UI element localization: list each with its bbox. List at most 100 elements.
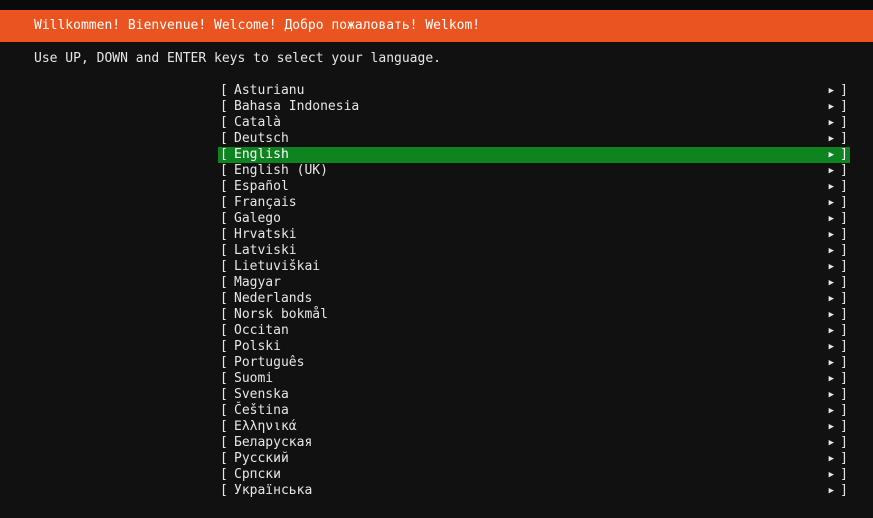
language-label: Deutsch [234, 131, 289, 146]
right-bracket: ] [840, 355, 848, 370]
language-option-5[interactable]: [English (UK) ▶] [218, 163, 850, 179]
right-bracket: ] [840, 403, 848, 418]
left-bracket: [ [220, 195, 228, 210]
language-label: Magyar [234, 275, 281, 290]
language-option-15[interactable]: [ Occitan ▶] [218, 323, 850, 339]
language-label: Hrvatski [234, 227, 297, 242]
arrow-right-icon: ▶ [828, 342, 834, 352]
left-bracket: [ [220, 227, 228, 242]
language-option-9[interactable]: [ Hrvatski ▶] [218, 227, 850, 243]
language-option-22[interactable]: [Беларуская ▶] [218, 435, 850, 451]
language-option-23[interactable]: [Русский ▶] [218, 451, 850, 467]
language-option-1[interactable]: [Bahasa Indonesia ▶] [218, 99, 850, 115]
banner-title: Willkommen! Bienvenue! Welcome! Добро по… [34, 18, 481, 33]
language-option-16[interactable]: [Polski ▶] [218, 339, 850, 355]
language-option-14[interactable]: [Norsk bokmål ▶] [218, 307, 850, 323]
language-label: Polski [234, 339, 281, 354]
arrow-right-icon: ▶ [828, 454, 834, 464]
language-label: Norsk bokmål [234, 307, 328, 322]
left-bracket: [ [220, 323, 228, 338]
arrow-right-icon: ▶ [828, 374, 834, 384]
left-bracket: [ [220, 419, 228, 434]
left-bracket: [ [220, 115, 228, 130]
language-option-11[interactable]: [Lietuviškai ▶] [218, 259, 850, 275]
language-option-2[interactable]: [ Català ▶] [218, 115, 850, 131]
arrow-right-icon: ▶ [828, 118, 834, 128]
language-label: Suomi [234, 371, 274, 386]
arrow-right-icon: ▶ [828, 310, 834, 320]
language-label: Español [234, 179, 289, 194]
language-option-7[interactable]: [Français ▶] [218, 195, 850, 211]
arrow-right-icon: ▶ [828, 390, 834, 400]
arrow-right-icon: ▶ [828, 230, 834, 240]
right-bracket: ] [840, 83, 848, 98]
language-label: Nederlands [234, 291, 313, 306]
language-label: Русский [234, 451, 289, 466]
arrow-right-icon: ▶ [828, 326, 834, 336]
arrow-right-icon: ▶ [828, 486, 834, 496]
welcome-banner: Willkommen! Bienvenue! Welcome! Добро по… [0, 10, 873, 42]
left-bracket: [ [220, 403, 228, 418]
language-option-8[interactable]: [Galego ▶] [218, 211, 850, 227]
right-bracket: ] [840, 115, 848, 130]
language-label: Galego [234, 211, 281, 226]
right-bracket: ] [840, 435, 848, 450]
language-label: Latviski [234, 243, 297, 258]
left-bracket: [ [220, 131, 228, 146]
right-bracket: ] [840, 323, 848, 338]
language-option-17[interactable]: [Português ▶] [218, 355, 850, 371]
left-bracket: [ [220, 371, 228, 386]
arrow-right-icon: ▶ [828, 150, 834, 160]
terminal-top-strip [0, 0, 873, 10]
language-option-24[interactable]: [ Српски ▶] [218, 467, 850, 483]
language-option-18[interactable]: [Suomi ▶] [218, 371, 850, 387]
language-list: [Asturianu ▶] [Bahasa Indonesia ▶] [Català ▶]… [218, 83, 850, 499]
language-option-6[interactable]: [Español ▶] [218, 179, 850, 195]
language-option-4[interactable]: [English ▶] [218, 147, 850, 163]
language-option-19[interactable]: [ Svenska ▶] [218, 387, 850, 403]
arrow-right-icon: ▶ [828, 422, 834, 432]
right-bracket: ] [840, 307, 848, 322]
left-bracket: [ [220, 355, 228, 370]
language-option-25[interactable]: [Українська ▶] [218, 483, 850, 499]
right-bracket: ] [840, 467, 848, 482]
right-bracket: ] [840, 387, 848, 402]
right-bracket: ] [840, 195, 848, 210]
arrow-right-icon: ▶ [828, 134, 834, 144]
arrow-right-icon: ▶ [828, 246, 834, 256]
right-bracket: ] [840, 275, 848, 290]
language-option-10[interactable]: [Latviski ▶] [218, 243, 850, 259]
language-option-3[interactable]: [Deutsch ▶] [218, 131, 850, 147]
language-label: Català [234, 115, 281, 130]
language-option-20[interactable]: [Čeština ▶] [218, 403, 850, 419]
left-bracket: [ [220, 291, 228, 306]
language-label: Occitan [234, 323, 289, 338]
left-bracket: [ [220, 467, 228, 482]
language-label: Беларуская [234, 435, 313, 450]
right-bracket: ] [840, 211, 848, 226]
language-label: Svenska [234, 387, 289, 402]
arrow-right-icon: ▶ [828, 470, 834, 480]
arrow-right-icon: ▶ [828, 358, 834, 368]
language-label: Ελληνικά [234, 419, 297, 434]
language-label: Français [234, 195, 297, 210]
right-bracket: ] [840, 243, 848, 258]
language-label: Lietuviškai [234, 259, 321, 274]
language-option-13[interactable]: [Nederlands ▶] [218, 291, 850, 307]
left-bracket: [ [220, 387, 228, 402]
right-bracket: ] [840, 99, 848, 114]
instruction-text: Use UP, DOWN and ENTER keys to select yo… [34, 51, 441, 66]
arrow-right-icon: ▶ [828, 182, 834, 192]
left-bracket: [ [220, 339, 228, 354]
right-bracket: ] [840, 227, 848, 242]
language-option-0[interactable]: [Asturianu ▶] [218, 83, 850, 99]
language-option-12[interactable]: [ Magyar ▶] [218, 275, 850, 291]
left-bracket: [ [220, 275, 228, 290]
language-option-21[interactable]: [Ελληνικά ▶] [218, 419, 850, 435]
left-bracket: [ [220, 99, 228, 114]
right-bracket: ] [840, 451, 848, 466]
arrow-right-icon: ▶ [828, 278, 834, 288]
language-label: Српски [234, 467, 281, 482]
left-bracket: [ [220, 83, 228, 98]
arrow-right-icon: ▶ [828, 214, 834, 224]
